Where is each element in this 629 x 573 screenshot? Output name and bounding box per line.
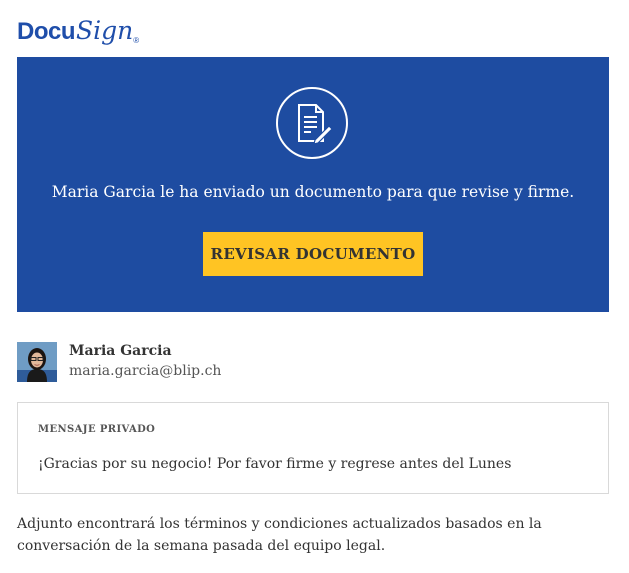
logo-text-secondary: Sign (76, 16, 134, 45)
sender-email[interactable]: maria.garcia@blip.ch (69, 363, 221, 379)
review-document-button[interactable]: REVISAR DOCUMENTO (203, 232, 423, 276)
logo-text-primary: Docu (17, 18, 76, 45)
docusign-logo: DocuSign® (17, 16, 139, 48)
private-message-box: MENSAJE PRIVADO ¡Gracias por su negocio!… (17, 402, 609, 494)
sender-name: Maria Garcia (69, 343, 172, 359)
logo-registered-mark: ® (133, 36, 140, 46)
private-message-text: ¡Gracias por su negocio! Por favor firme… (38, 456, 512, 472)
review-banner: Maria Garcia le ha enviado un documento … (17, 57, 609, 312)
banner-message: Maria Garcia le ha enviado un documento … (51, 183, 575, 201)
email-body-text: Adjunto encontrará los términos y condic… (17, 516, 542, 554)
document-signature-icon (276, 87, 348, 159)
avatar (17, 342, 57, 382)
private-message-label: MENSAJE PRIVADO (38, 424, 156, 435)
avatar-photo-icon (17, 342, 57, 382)
document-pen-icon (298, 104, 332, 145)
